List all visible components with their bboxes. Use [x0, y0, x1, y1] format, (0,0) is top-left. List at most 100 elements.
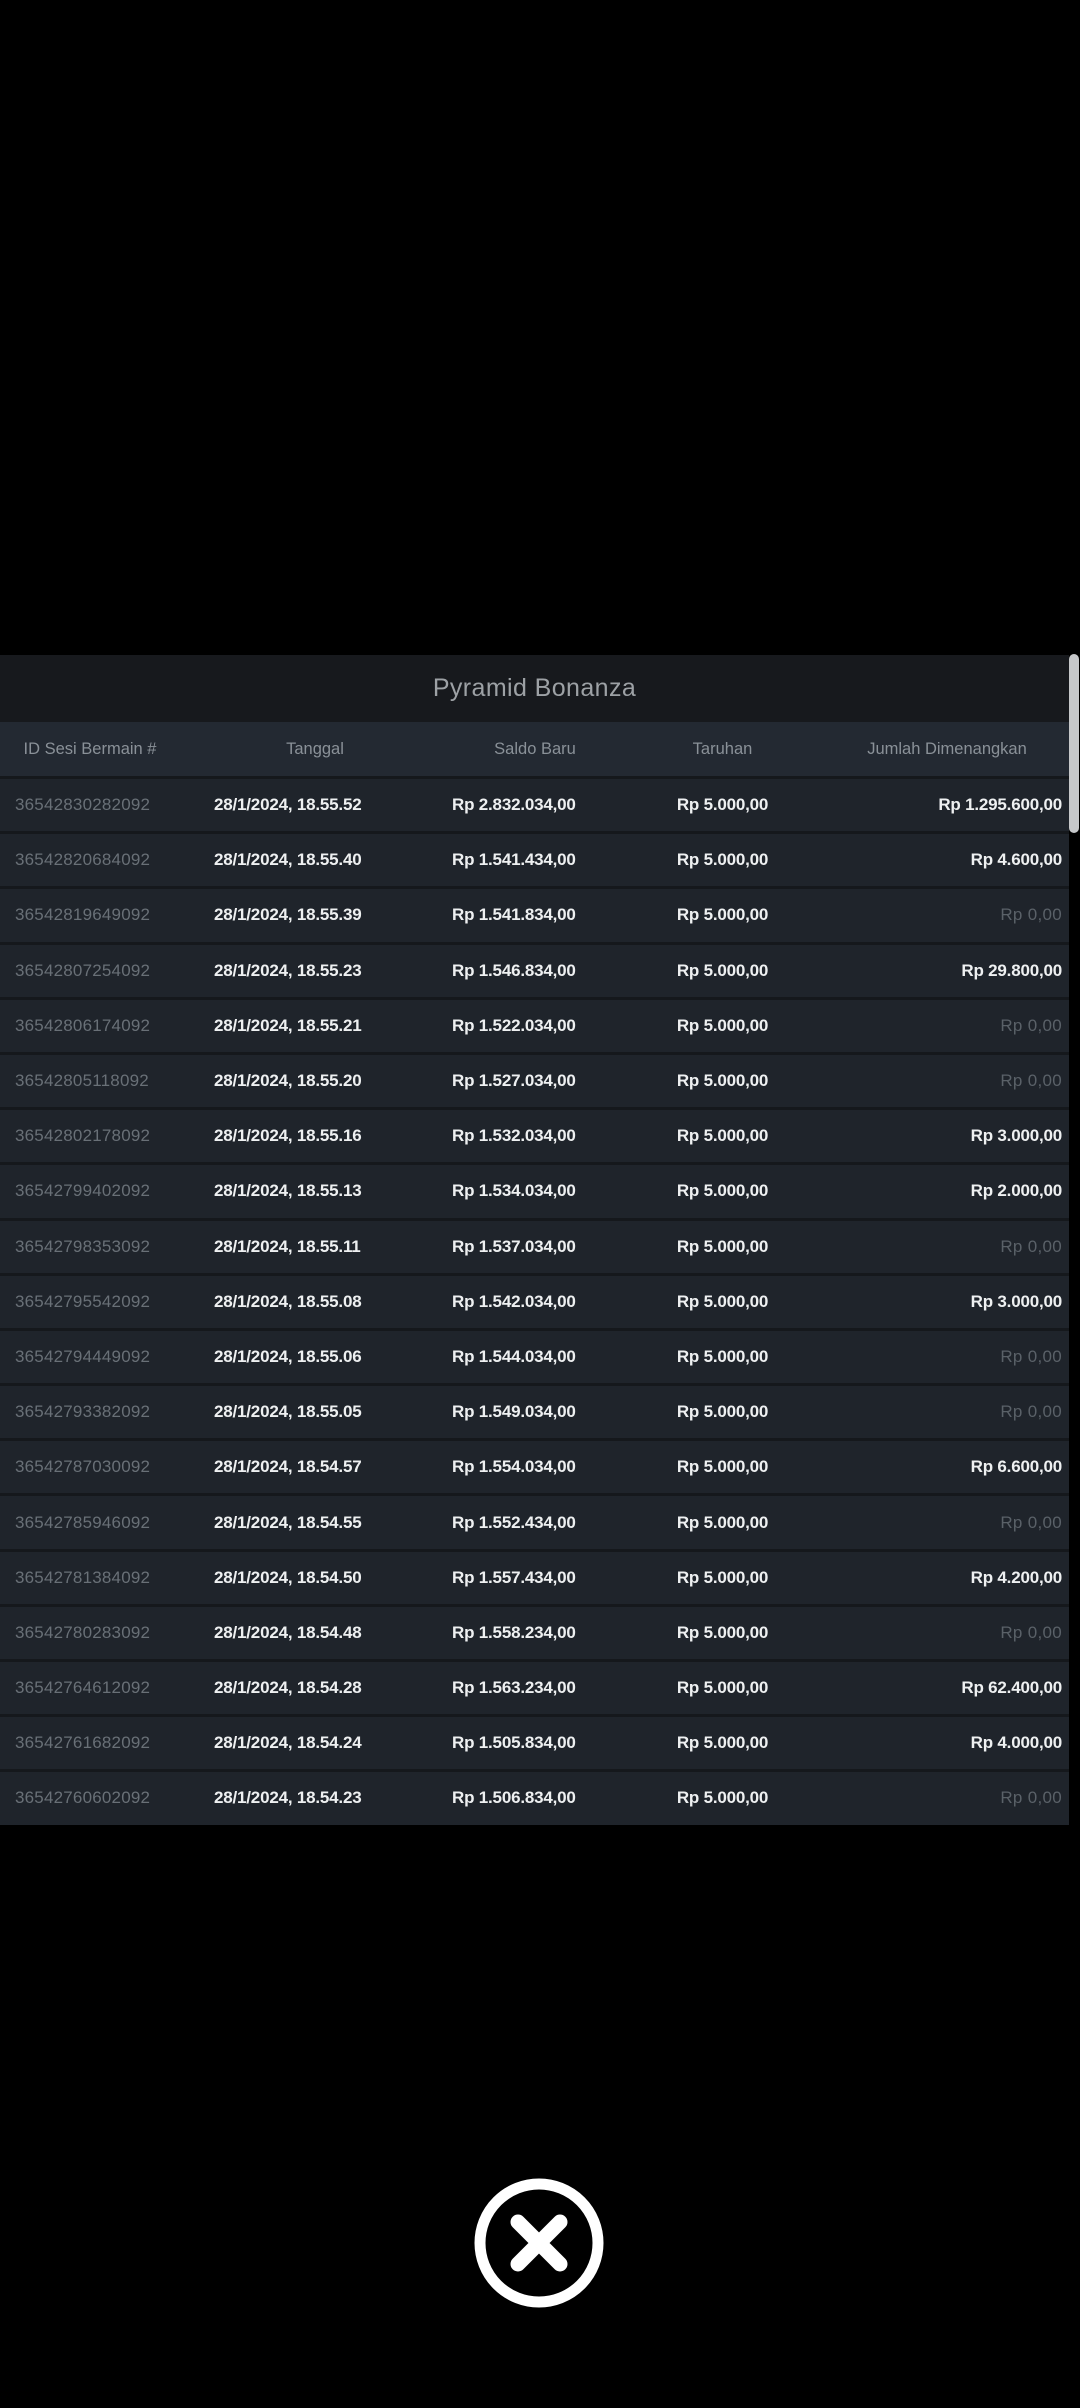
session-id-cell: 36542798353092 — [15, 1236, 151, 1256]
bet-cell: Rp 5.000,00 — [676, 1291, 769, 1311]
won-cell: Rp 0,00 — [1000, 905, 1062, 925]
balance-cell: Rp 1.506.834,00 — [452, 1788, 576, 1808]
balance-cell: Rp 1.534.034,00 — [452, 1181, 576, 1201]
won-cell: Rp 62.400,00 — [961, 1678, 1062, 1698]
modal-title: Pyramid Bonanza — [432, 674, 637, 702]
table-header: ID Sesi Bermain # Tanggal Saldo Baru Tar… — [0, 722, 1069, 776]
table-row: 36542805118092 28/1/2024, 18.55.20 Rp 1.… — [0, 1051, 1069, 1108]
date-cell: 28/1/2024, 18.54.50 — [214, 1567, 362, 1587]
date-cell: 28/1/2024, 18.55.40 — [214, 850, 362, 870]
won-cell: Rp 2.000,00 — [970, 1181, 1063, 1201]
balance-cell: Rp 1.563.234,00 — [452, 1678, 576, 1698]
balance-cell: Rp 1.544.034,00 — [452, 1346, 576, 1366]
bet-cell: Rp 5.000,00 — [676, 1457, 769, 1477]
balance-cell: Rp 1.527.034,00 — [452, 1071, 576, 1091]
table-row: 36542781384092 28/1/2024, 18.54.50 Rp 1.… — [0, 1548, 1069, 1604]
session-history-modal: Pyramid Bonanza ID Sesi Bermain # Tangga… — [0, 655, 1080, 1825]
balance-cell: Rp 1.505.834,00 — [452, 1733, 576, 1753]
modal-titlebar: Pyramid Bonanza — [0, 655, 1069, 722]
date-cell: 28/1/2024, 18.54.24 — [214, 1733, 362, 1753]
session-id-cell: 36542764612092 — [15, 1678, 151, 1698]
session-id-cell: 36542781384092 — [15, 1567, 151, 1587]
won-cell: Rp 4.600,00 — [970, 850, 1063, 870]
bet-cell: Rp 5.000,00 — [676, 1567, 769, 1587]
close-button[interactable] — [474, 2178, 604, 2308]
table-row: 36542794449092 28/1/2024, 18.55.06 Rp 1.… — [0, 1327, 1069, 1384]
date-cell: 28/1/2024, 18.55.21 — [214, 1015, 362, 1035]
session-id-cell: 36542820684092 — [15, 850, 151, 870]
balance-cell: Rp 1.554.034,00 — [452, 1457, 576, 1477]
table-row: 36542807254092 28/1/2024, 18.55.23 Rp 1.… — [0, 941, 1069, 997]
bet-cell: Rp 5.000,00 — [676, 960, 769, 980]
balance-cell: Rp 1.546.834,00 — [452, 960, 576, 980]
won-cell: Rp 4.000,00 — [970, 1733, 1063, 1753]
date-cell: 28/1/2024, 18.54.48 — [214, 1622, 362, 1642]
date-cell: 28/1/2024, 18.55.16 — [214, 1126, 362, 1146]
session-id-cell: 36542760602092 — [15, 1788, 151, 1808]
session-id-cell: 36542806174092 — [15, 1015, 151, 1035]
balance-cell: Rp 1.522.034,00 — [452, 1015, 576, 1035]
balance-cell: Rp 1.542.034,00 — [452, 1291, 576, 1311]
balance-cell: Rp 1.541.434,00 — [452, 850, 576, 870]
table-row: 36542799402092 28/1/2024, 18.55.13 Rp 1.… — [0, 1162, 1069, 1218]
bet-cell: Rp 5.000,00 — [676, 795, 769, 815]
balance-cell: Rp 1.558.234,00 — [452, 1622, 576, 1642]
date-cell: 28/1/2024, 18.55.05 — [214, 1402, 362, 1422]
date-cell: 28/1/2024, 18.54.28 — [214, 1678, 362, 1698]
won-cell: Rp 0,00 — [1000, 1788, 1062, 1808]
won-cell: Rp 0,00 — [1000, 1236, 1062, 1256]
session-id-cell: 36542802178092 — [15, 1126, 151, 1146]
header-cell-balance: Saldo Baru — [494, 739, 576, 758]
session-history-table: Pyramid Bonanza ID Sesi Bermain # Tangga… — [0, 655, 1069, 1825]
bet-cell: Rp 5.000,00 — [676, 1678, 769, 1698]
balance-cell: Rp 2.832.034,00 — [452, 795, 576, 815]
won-cell: Rp 0,00 — [1000, 1622, 1062, 1642]
bet-cell: Rp 5.000,00 — [676, 1788, 769, 1808]
bet-cell: Rp 5.000,00 — [676, 1015, 769, 1035]
balance-cell: Rp 1.541.834,00 — [452, 905, 576, 925]
won-cell: Rp 0,00 — [1000, 1015, 1062, 1035]
session-id-cell: 36542805118092 — [15, 1071, 149, 1091]
table-row: 36542764612092 28/1/2024, 18.54.28 Rp 1.… — [0, 1659, 1069, 1715]
won-cell: Rp 0,00 — [1000, 1071, 1062, 1091]
table-row: 36542787030092 28/1/2024, 18.54.57 Rp 1.… — [0, 1438, 1069, 1494]
won-cell: Rp 1.295.600,00 — [938, 795, 1062, 815]
scrollbar-thumb[interactable] — [1069, 654, 1079, 833]
table-row: 36542793382092 28/1/2024, 18.55.05 Rp 1.… — [0, 1383, 1069, 1439]
header-cell-date: Tanggal — [286, 739, 344, 758]
won-cell: Rp 6.600,00 — [970, 1457, 1063, 1477]
session-id-cell: 36542787030092 — [15, 1457, 151, 1477]
table-row: 36542785946092 28/1/2024, 18.54.55 Rp 1.… — [0, 1493, 1069, 1549]
bet-cell: Rp 5.000,00 — [676, 1733, 769, 1753]
balance-cell: Rp 1.549.034,00 — [452, 1402, 576, 1422]
won-cell: Rp 0,00 — [1000, 1512, 1062, 1532]
won-cell: Rp 29.800,00 — [961, 960, 1062, 980]
balance-cell: Rp 1.557.434,00 — [452, 1567, 576, 1587]
won-cell: Rp 3.000,00 — [970, 1291, 1063, 1311]
session-id-cell: 36542780283092 — [15, 1622, 151, 1642]
bet-cell: Rp 5.000,00 — [676, 850, 769, 870]
won-cell: Rp 3.000,00 — [970, 1126, 1063, 1146]
date-cell: 28/1/2024, 18.55.13 — [214, 1181, 362, 1201]
date-cell: 28/1/2024, 18.54.23 — [214, 1788, 362, 1808]
date-cell: 28/1/2024, 18.55.06 — [214, 1346, 362, 1366]
header-cell-bet: Taruhan — [692, 739, 753, 758]
table-row: 36542798353092 28/1/2024, 18.55.11 Rp 1.… — [0, 1217, 1069, 1273]
session-id-cell: 36542795542092 — [15, 1291, 151, 1311]
date-cell: 28/1/2024, 18.55.20 — [214, 1071, 362, 1091]
session-id-cell: 36542799402092 — [15, 1181, 151, 1201]
won-cell: Rp 0,00 — [1000, 1402, 1062, 1422]
session-id-cell: 36542819649092 — [15, 905, 151, 925]
bet-cell: Rp 5.000,00 — [676, 1346, 769, 1366]
app-screen: { "modal": { "title": "Pyramid Bonanza",… — [0, 0, 1080, 2408]
bet-cell: Rp 5.000,00 — [676, 1071, 769, 1091]
won-cell: Rp 4.200,00 — [970, 1567, 1063, 1587]
date-cell: 28/1/2024, 18.55.08 — [214, 1291, 362, 1311]
table-row: 36542830282092 28/1/2024, 18.55.52 Rp 2.… — [0, 776, 1069, 832]
table-row: 36542820684092 28/1/2024, 18.55.40 Rp 1.… — [0, 831, 1069, 887]
table-body: 36542830282092 28/1/2024, 18.55.52 Rp 2.… — [0, 776, 1069, 1825]
bet-cell: Rp 5.000,00 — [676, 1236, 769, 1256]
session-id-cell: 36542793382092 — [15, 1402, 151, 1422]
bet-cell: Rp 5.000,00 — [676, 905, 769, 925]
x-circle-icon — [474, 2178, 604, 2311]
